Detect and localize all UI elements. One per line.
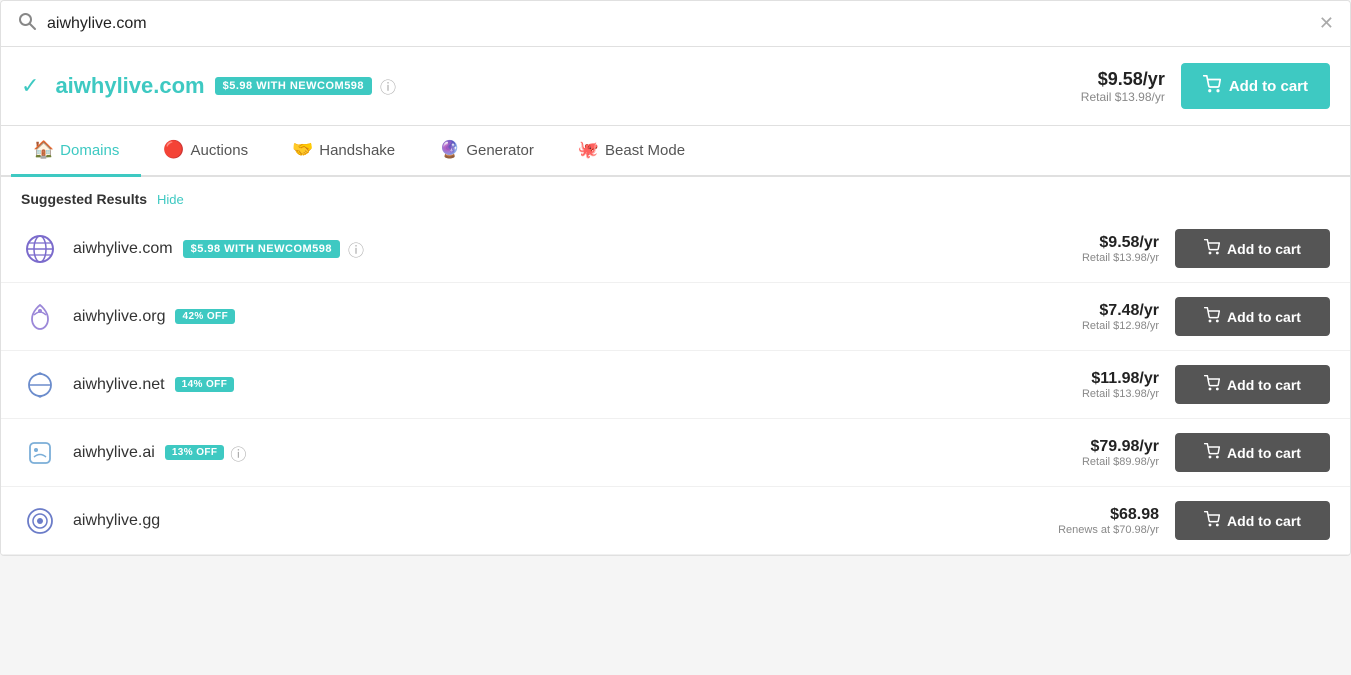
domain-price-main: $68.98 — [1019, 506, 1159, 524]
domain-price-retail: Retail $13.98/yr — [1019, 252, 1159, 264]
table-row: aiwhylive.gg $68.98 Renews at $70.98/yr … — [1, 487, 1350, 555]
cart-icon — [1204, 239, 1220, 258]
domain-price-main: $7.48/yr — [1019, 302, 1159, 320]
domain-price: $68.98 Renews at $70.98/yr — [1019, 506, 1159, 536]
suggested-results-label: Suggested Results — [21, 191, 147, 207]
domain-price-retail: Retail $89.98/yr — [1019, 456, 1159, 468]
top-result-price: $9.58/yr Retail $13.98/yr — [1081, 69, 1165, 104]
domain-price-retail: Renews at $70.98/yr — [1019, 524, 1159, 536]
domain-icon-ai — [21, 434, 59, 472]
search-icon — [17, 11, 37, 36]
top-promo-badge: $5.98 WITH NEWCOM598 — [215, 77, 372, 95]
tabs-row: 🏠 Domains 🔴 Auctions 🤝 Handshake 🔮 Gener… — [1, 126, 1350, 177]
domain-price-main: $79.98/yr — [1019, 438, 1159, 456]
domain-promo-badge: $5.98 WITH NEWCOM598 — [183, 240, 340, 258]
domain-name: aiwhylive.gg — [73, 512, 160, 530]
main-container: aiwhylive.com ✕ ✓ aiwhylive.com $5.98 WI… — [0, 0, 1351, 556]
tab-auctions-label: Auctions — [191, 142, 249, 159]
top-cart-icon — [1203, 75, 1221, 97]
domain-info-icon[interactable]: ⓘ — [348, 237, 364, 261]
domain-price-retail: Retail $13.98/yr — [1019, 388, 1159, 400]
domain-price-main: $11.98/yr — [1019, 370, 1159, 388]
domain-price: $79.98/yr Retail $89.98/yr — [1019, 438, 1159, 468]
availability-check-icon: ✓ — [21, 73, 39, 99]
tab-beast-mode[interactable]: 🐙 Beast Mode — [556, 126, 707, 177]
top-price-retail: Retail $13.98/yr — [1081, 90, 1165, 104]
domain-name: aiwhylive.ai — [73, 444, 155, 462]
domain-off-badge: 42% OFF — [175, 309, 235, 324]
domain-price: $7.48/yr Retail $12.98/yr — [1019, 302, 1159, 332]
suggested-results-header: Suggested Results Hide — [1, 177, 1350, 215]
search-clear-button[interactable]: ✕ — [1319, 13, 1334, 34]
domain-price: $9.58/yr Retail $13.98/yr — [1019, 234, 1159, 264]
add-to-cart-button[interactable]: Add to cart — [1175, 365, 1330, 404]
add-to-cart-label: Add to cart — [1227, 513, 1301, 529]
top-domain-name: aiwhylive.com — [55, 73, 204, 99]
search-bar: aiwhylive.com ✕ — [1, 1, 1350, 47]
top-add-to-cart-button[interactable]: Add to cart — [1181, 63, 1330, 109]
tab-generator[interactable]: 🔮 Generator — [417, 126, 556, 177]
cart-icon — [1204, 375, 1220, 394]
domain-info-icon[interactable]: ⓘ — [230, 441, 246, 465]
tab-beast-mode-label: Beast Mode — [605, 142, 685, 159]
domain-price: $11.98/yr Retail $13.98/yr — [1019, 370, 1159, 400]
cart-icon — [1204, 511, 1220, 530]
cart-icon — [1204, 307, 1220, 326]
top-add-to-cart-label: Add to cart — [1229, 78, 1308, 95]
table-row: aiwhylive.ai 13% OFF ⓘ $79.98/yr Retail … — [1, 419, 1350, 487]
domain-icon-net — [21, 366, 59, 404]
tab-domains[interactable]: 🏠 Domains — [11, 126, 141, 177]
domain-name: aiwhylive.com — [73, 240, 173, 258]
table-row: aiwhylive.com $5.98 WITH NEWCOM598 ⓘ $9.… — [1, 215, 1350, 283]
domain-icon-globe — [21, 230, 59, 268]
domain-list: aiwhylive.com $5.98 WITH NEWCOM598 ⓘ $9.… — [1, 215, 1350, 555]
domain-icon-gg — [21, 502, 59, 540]
add-to-cart-label: Add to cart — [1227, 241, 1301, 257]
domain-name: aiwhylive.net — [73, 376, 165, 394]
add-to-cart-button[interactable]: Add to cart — [1175, 297, 1330, 336]
tab-generator-label: Generator — [466, 142, 534, 159]
add-to-cart-label: Add to cart — [1227, 377, 1301, 393]
add-to-cart-label: Add to cart — [1227, 309, 1301, 325]
domain-off-badge: 14% OFF — [175, 377, 235, 392]
handshake-tab-icon: 🤝 — [292, 140, 313, 160]
tab-auctions[interactable]: 🔴 Auctions — [141, 126, 270, 177]
generator-tab-icon: 🔮 — [439, 140, 460, 160]
beast-mode-tab-icon: 🐙 — [578, 140, 599, 160]
add-to-cart-label: Add to cart — [1227, 445, 1301, 461]
table-row: aiwhylive.net 14% OFF $11.98/yr Retail $… — [1, 351, 1350, 419]
table-row: aiwhylive.org 42% OFF $7.48/yr Retail $1… — [1, 283, 1350, 351]
domain-price-main: $9.58/yr — [1019, 234, 1159, 252]
add-to-cart-button[interactable]: Add to cart — [1175, 501, 1330, 540]
domain-name: aiwhylive.org — [73, 308, 165, 326]
tab-domains-label: Domains — [60, 142, 119, 159]
tab-handshake[interactable]: 🤝 Handshake — [270, 126, 417, 177]
hide-suggested-link[interactable]: Hide — [157, 192, 184, 207]
add-to-cart-button[interactable]: Add to cart — [1175, 229, 1330, 268]
domain-off-badge: 13% OFF — [165, 445, 225, 460]
cart-icon — [1204, 443, 1220, 462]
search-query: aiwhylive.com — [47, 15, 1319, 33]
domain-icon-org — [21, 298, 59, 336]
add-to-cart-button[interactable]: Add to cart — [1175, 433, 1330, 472]
top-result-row: ✓ aiwhylive.com $5.98 WITH NEWCOM598 ⓘ $… — [1, 47, 1350, 126]
domains-tab-icon: 🏠 — [33, 140, 54, 160]
top-info-icon[interactable]: ⓘ — [380, 74, 396, 98]
auctions-tab-icon: 🔴 — [163, 140, 184, 160]
top-price-main: $9.58/yr — [1081, 69, 1165, 90]
tab-handshake-label: Handshake — [319, 142, 395, 159]
domain-price-retail: Retail $12.98/yr — [1019, 320, 1159, 332]
